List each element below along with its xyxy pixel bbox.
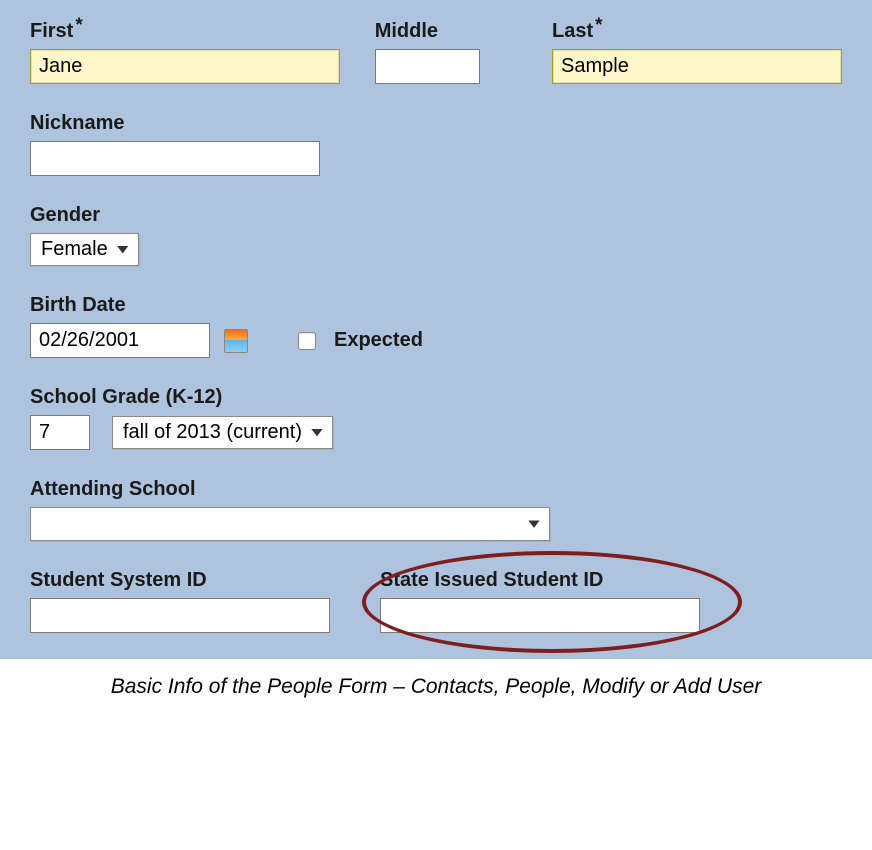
nickname-input[interactable] bbox=[30, 141, 320, 176]
figure-caption: Basic Info of the People Form – Contacts… bbox=[0, 659, 872, 715]
chevron-down-icon bbox=[116, 243, 130, 257]
state-issued-id-label: State Issued Student ID bbox=[380, 569, 700, 592]
last-name-field: Last bbox=[552, 14, 842, 84]
first-name-label: First bbox=[30, 20, 375, 43]
state-issued-id-input[interactable] bbox=[380, 598, 700, 633]
grade-label: School Grade (K-12) bbox=[30, 386, 842, 409]
calendar-icon[interactable] bbox=[224, 329, 248, 353]
middle-name-input[interactable] bbox=[375, 49, 480, 84]
middle-name-field: Middle bbox=[375, 14, 552, 84]
gender-section: Gender Female bbox=[30, 204, 842, 266]
name-row: First Middle Last bbox=[30, 14, 842, 84]
gender-select[interactable]: Female bbox=[30, 233, 139, 266]
student-system-id-field: Student System ID bbox=[30, 569, 330, 633]
grade-section: School Grade (K-12) fall of 2013 (curren… bbox=[30, 386, 842, 450]
last-name-input[interactable] bbox=[552, 49, 842, 84]
birth-date-label: Birth Date bbox=[30, 294, 842, 317]
form-panel: First Middle Last Nickname Gender Female bbox=[0, 0, 872, 659]
grade-term-select[interactable]: fall of 2013 (current) bbox=[112, 416, 333, 449]
chevron-down-icon bbox=[310, 426, 324, 440]
attending-section: Attending School bbox=[30, 478, 842, 541]
grade-input[interactable] bbox=[30, 415, 90, 450]
nickname-section: Nickname bbox=[30, 112, 842, 176]
student-system-id-label: Student System ID bbox=[30, 569, 330, 592]
attending-label: Attending School bbox=[30, 478, 842, 501]
state-issued-id-field: State Issued Student ID bbox=[380, 569, 700, 633]
middle-name-label: Middle bbox=[375, 20, 552, 43]
student-system-id-input[interactable] bbox=[30, 598, 330, 633]
gender-label: Gender bbox=[30, 204, 842, 227]
first-name-field: First bbox=[30, 14, 375, 84]
grade-term-selected-text: fall of 2013 (current) bbox=[123, 421, 302, 444]
chevron-down-icon bbox=[527, 517, 541, 531]
expected-label: Expected bbox=[334, 329, 423, 352]
first-name-input[interactable] bbox=[30, 49, 340, 84]
expected-checkbox[interactable] bbox=[298, 332, 316, 350]
birth-section: Birth Date Expected bbox=[30, 294, 842, 358]
nickname-label: Nickname bbox=[30, 112, 842, 135]
ids-row: Student System ID State Issued Student I… bbox=[30, 569, 842, 633]
birth-date-input[interactable] bbox=[30, 323, 210, 358]
last-name-label: Last bbox=[552, 20, 842, 43]
attending-selected-text bbox=[41, 512, 519, 536]
attending-select[interactable] bbox=[30, 507, 550, 541]
gender-selected-text: Female bbox=[41, 238, 108, 261]
